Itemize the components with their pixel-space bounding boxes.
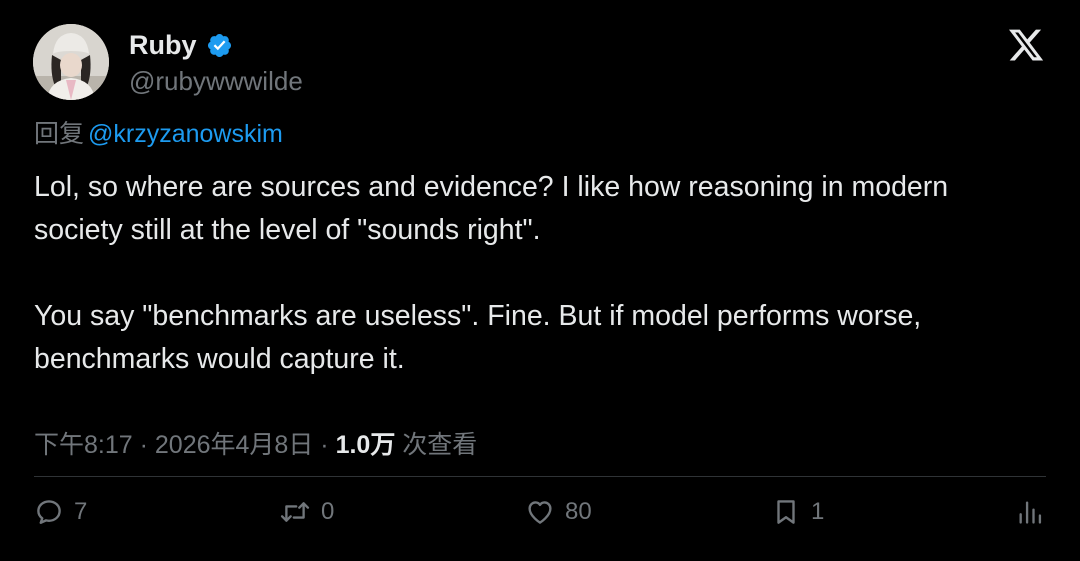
views-label: 次查看: [402, 431, 478, 459]
repost-button[interactable]: 0: [279, 496, 334, 528]
reply-prefix: 回复: [34, 120, 85, 148]
views-count: 1.0万: [335, 431, 396, 459]
avatar[interactable]: [33, 24, 109, 100]
tweet-paragraph: Lol, so where are sources and evidence? …: [34, 171, 949, 246]
tweet-paragraph: You say "benchmarks are useless". Fine. …: [34, 300, 922, 375]
repost-icon: [280, 502, 310, 522]
analytics-icon: [1019, 501, 1042, 524]
reply-count: 7: [74, 498, 88, 525]
reply-icon: [37, 500, 61, 524]
bookmark-button[interactable]: 1: [771, 496, 824, 528]
user-display-name-row[interactable]: Ruby: [129, 27, 233, 63]
bookmark-icon: [777, 500, 795, 524]
like-count: 80: [565, 498, 592, 525]
user-handle[interactable]: @rubywwwilde: [129, 66, 303, 97]
tweet-time[interactable]: 下午8:17: [34, 431, 133, 459]
reply-mention-link[interactable]: @krzyzanowskim: [88, 120, 283, 148]
analytics-button[interactable]: [1016, 496, 1044, 528]
tweet-date[interactable]: 2026年4月8日: [155, 431, 313, 459]
reply-button[interactable]: 7: [34, 496, 87, 528]
verified-badge-icon: [207, 33, 231, 57]
heart-icon: [528, 501, 552, 524]
divider: [34, 476, 1046, 477]
tweet-text: Lol, so where are sources and evidence? …: [34, 166, 1044, 381]
repost-count: 0: [321, 498, 335, 525]
like-button[interactable]: 80: [525, 496, 592, 528]
avatar-image: [33, 24, 109, 100]
x-logo-icon[interactable]: [1006, 26, 1046, 64]
reply-to-line: 回复 @krzyzanowskim: [34, 114, 283, 150]
meta-separator: ·: [320, 431, 329, 459]
tweet-meta: 下午8:17 · 2026年4月8日 · 1.0万 次查看: [34, 425, 477, 461]
display-name[interactable]: Ruby: [129, 30, 197, 61]
bookmark-count: 1: [811, 498, 825, 525]
meta-separator: ·: [139, 431, 148, 459]
